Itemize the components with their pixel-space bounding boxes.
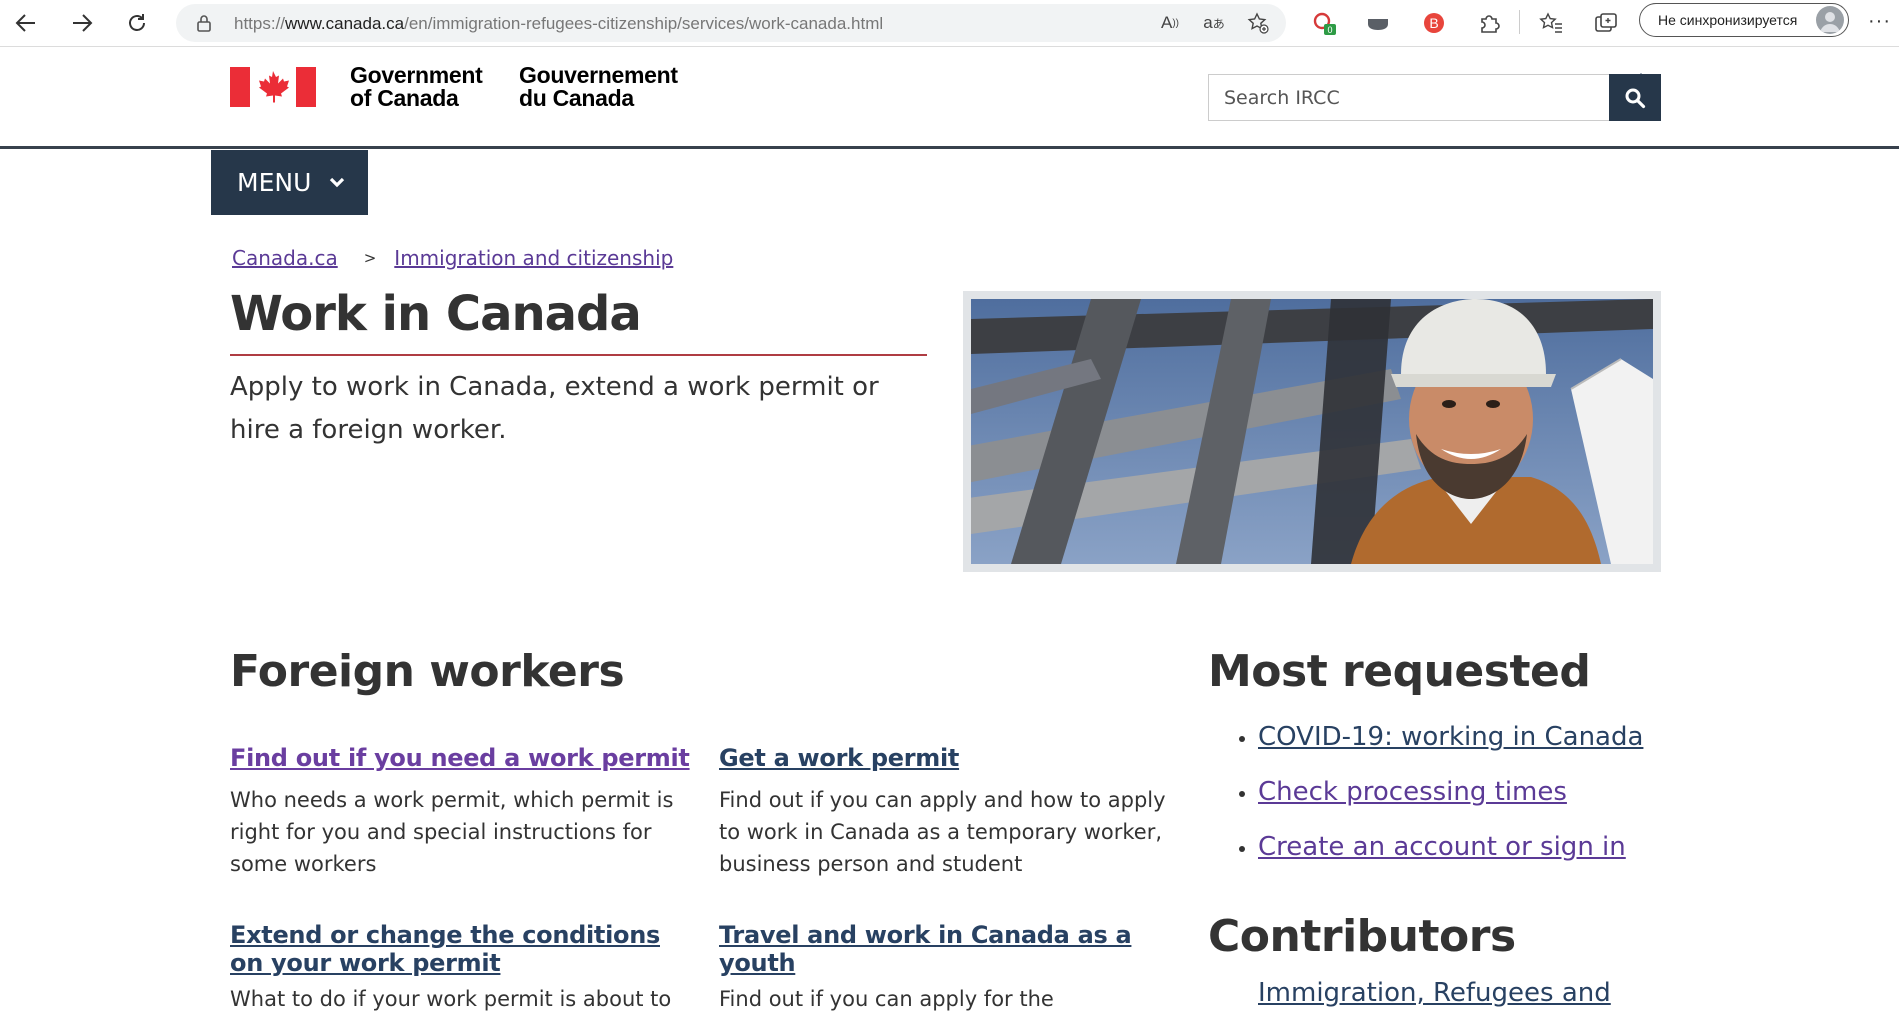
card-get-work-permit: Get a work permit Find out if you can ap… [719, 744, 1179, 880]
menu-label: MENU [237, 168, 312, 197]
search-form [1208, 74, 1662, 121]
reload-icon[interactable] [121, 7, 153, 39]
card-description: Find out if you can apply for the [719, 987, 1054, 1011]
extension-b-icon[interactable]: B [1418, 7, 1450, 39]
search-button[interactable] [1609, 74, 1661, 121]
extension-mask-icon[interactable] [1362, 7, 1394, 39]
list-item: Check processing times [1258, 765, 1643, 820]
most-requested-heading: Most requested [1208, 646, 1591, 697]
url-text[interactable]: https://www.canada.ca/en/immigration-ref… [234, 14, 883, 34]
more-menu-icon[interactable]: ··· [1868, 10, 1891, 33]
get-work-permit-link[interactable]: Get a work permit [719, 744, 1179, 772]
card-youth-travel: Travel and work in Canada as a youth Fin… [719, 921, 1179, 1015]
site-header: Français Government of Canada Gouverneme… [0, 47, 1899, 149]
hero-image-worker [971, 299, 1653, 564]
breadcrumb-canada[interactable]: Canada.ca [232, 246, 338, 270]
svg-text:B: B [1429, 15, 1438, 31]
create-account-link[interactable]: Create an account or sign in [1258, 832, 1626, 862]
card-description: Find out if you can apply and how to app… [719, 788, 1166, 876]
title-divider [230, 354, 927, 356]
extensions-puzzle-icon[interactable] [1473, 7, 1505, 39]
breadcrumb-separator: > [363, 249, 377, 267]
list-item: Create an account or sign in [1258, 820, 1643, 875]
search-icon [1625, 88, 1646, 108]
breadcrumb: Canada.ca > Immigration and citizenship [232, 246, 673, 270]
card-extend-work-permit: Extend or change the conditions on your … [230, 921, 700, 1015]
need-work-permit-link[interactable]: Find out if you need a work permit [230, 744, 690, 772]
collections-icon[interactable] [1590, 7, 1622, 39]
list-item: COVID-19: working in Canada [1258, 710, 1643, 765]
read-aloud-icon[interactable]: A)) [1156, 11, 1184, 35]
address-bar[interactable]: https://www.canada.ca/en/immigration-ref… [176, 4, 1286, 42]
card-description: Who needs a work permit, which permit is… [230, 788, 674, 876]
search-input[interactable] [1208, 74, 1610, 121]
translate-icon[interactable]: aあ [1200, 11, 1228, 35]
favorites-icon[interactable] [1535, 7, 1567, 39]
profile-sync-button[interactable]: Не синхронизируется [1639, 3, 1849, 37]
signature-french[interactable]: Gouvernement du Canada [519, 64, 678, 110]
back-icon[interactable] [10, 7, 42, 39]
page-title: Work in Canada [230, 286, 642, 342]
page-intro: Apply to work in Canada, extend a work p… [230, 372, 879, 445]
extension-adblock-icon[interactable]: 0 [1309, 7, 1341, 39]
toolbar-divider [1519, 10, 1520, 34]
chevron-down-icon [330, 177, 345, 187]
extend-work-permit-link[interactable]: Extend or change the conditions on your … [230, 921, 700, 977]
foreign-workers-heading: Foreign workers [230, 646, 625, 697]
add-favorite-icon[interactable] [1244, 11, 1272, 35]
canada-flag-icon [230, 67, 316, 107]
hero-image-frame [963, 291, 1661, 572]
contributors-heading: Contributors [1208, 911, 1516, 962]
processing-times-link[interactable]: Check processing times [1258, 777, 1567, 807]
svg-text:0: 0 [1327, 25, 1332, 35]
browser-toolbar: https://www.canada.ca/en/immigration-ref… [0, 0, 1899, 47]
most-requested-list: COVID-19: working in Canada Check proces… [1208, 710, 1643, 875]
covid-working-link[interactable]: COVID-19: working in Canada [1258, 722, 1643, 752]
avatar [1816, 6, 1844, 34]
breadcrumb-immigration[interactable]: Immigration and citizenship [394, 246, 673, 270]
forward-icon[interactable] [66, 7, 98, 39]
menu-button[interactable]: MENU [211, 150, 368, 215]
signature-english[interactable]: Government of Canada [350, 64, 483, 110]
contributor-ircc-link[interactable]: Immigration, Refugees and [1258, 978, 1611, 1008]
youth-travel-link[interactable]: Travel and work in Canada as a youth [719, 921, 1179, 977]
card-need-work-permit: Find out if you need a work permit Who n… [230, 744, 690, 880]
card-description: What to do if your work permit is about … [230, 987, 672, 1011]
lock-icon[interactable] [196, 14, 212, 36]
